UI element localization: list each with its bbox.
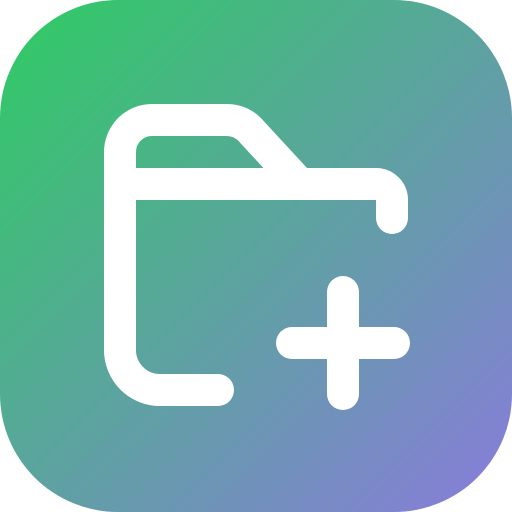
- app-icon-canvas: [0, 0, 512, 512]
- folder-add-icon[interactable]: [0, 0, 512, 512]
- icon-background: [0, 0, 512, 512]
